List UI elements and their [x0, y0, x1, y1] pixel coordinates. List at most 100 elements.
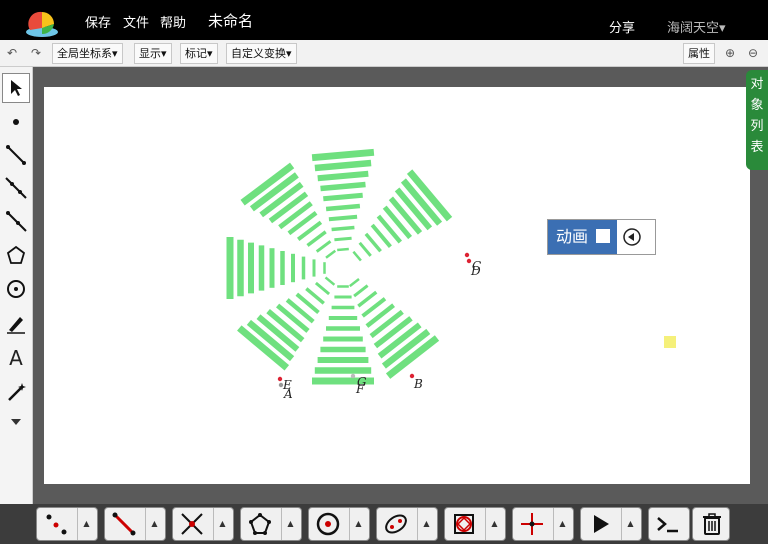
chevron-up-icon[interactable]: ▲	[281, 508, 299, 540]
redo-icon[interactable]: ↷	[26, 43, 46, 64]
spiral-segment-4[interactable]	[325, 203, 361, 212]
spiral-segment-55[interactable]	[369, 309, 404, 339]
intersect-tool-icon	[181, 513, 203, 535]
line-tool[interactable]	[2, 173, 30, 203]
logo-icon	[26, 11, 58, 37]
geometry-point-4[interactable]	[350, 373, 356, 379]
geometry-point-0[interactable]	[464, 252, 470, 258]
pointer-tool[interactable]	[2, 73, 30, 103]
circle-tool-group[interactable]: ▲	[308, 507, 370, 541]
play-tool-group[interactable]: ▲	[580, 507, 642, 541]
conic-tool-icon	[385, 514, 407, 534]
segment-tool-group[interactable]: ▲	[104, 507, 166, 541]
chevron-up-icon[interactable]: ▲	[213, 508, 231, 540]
spiral-segment-5[interactable]	[323, 192, 363, 202]
spiral-segment-10[interactable]	[325, 249, 337, 259]
spiral-segment-12[interactable]	[306, 230, 327, 247]
spiral-segment-15[interactable]	[278, 201, 313, 230]
spiral-segment-9[interactable]	[311, 148, 375, 162]
label-d: D	[471, 264, 481, 278]
left-tool-panel: A	[0, 67, 33, 504]
text-tool[interactable]: A	[2, 343, 30, 373]
object-list-tab[interactable]: 对象列表	[746, 70, 768, 170]
spiral-segment-35[interactable]	[275, 303, 310, 333]
intersect-tool-group[interactable]: ▲	[172, 507, 234, 541]
chevron-up-icon[interactable]: ▲	[145, 508, 163, 540]
segment-tool[interactable]	[2, 140, 30, 170]
custom-transform-dropdown[interactable]: 自定义变换▾	[226, 43, 297, 64]
spiral-segment-2[interactable]	[331, 225, 355, 232]
user-menu[interactable]: 海阔天空▾	[667, 17, 726, 36]
chevron-up-icon[interactable]: ▲	[553, 508, 571, 540]
spiral-segment-31[interactable]	[314, 281, 331, 296]
polygon-tool-icon	[249, 513, 271, 535]
transform-tool-group[interactable]: ▲	[444, 507, 506, 541]
magic-wand-icon	[8, 383, 26, 401]
undo-icon[interactable]: ↶	[2, 43, 22, 64]
move-tool-group[interactable]: ▲	[512, 507, 574, 541]
spiral-segment-51[interactable]	[353, 284, 369, 298]
chevron-up-icon[interactable]: ▲	[349, 508, 367, 540]
polygon-tool[interactable]	[2, 240, 30, 270]
point-tool[interactable]	[2, 107, 30, 137]
spiral-segment-62[interactable]	[364, 232, 382, 253]
segment-tool-icon	[112, 512, 136, 536]
save-menu[interactable]: 保存	[85, 12, 111, 31]
pen-icon	[7, 317, 25, 334]
spiral-segment-60[interactable]	[352, 250, 362, 262]
delete-tool[interactable]	[692, 507, 730, 541]
circle-tool[interactable]	[2, 274, 30, 304]
spiral-segment-11[interactable]	[315, 240, 332, 253]
zoom-in-icon[interactable]: ⊕	[720, 43, 740, 64]
segment-icon	[6, 145, 26, 165]
spiral-segment-8[interactable]	[314, 159, 372, 172]
ray-tool[interactable]	[2, 206, 30, 236]
command-icon	[657, 517, 678, 533]
spiral-segment-0[interactable]	[337, 247, 349, 252]
label-b: B	[414, 377, 423, 391]
polygon-tool-group[interactable]: ▲	[240, 507, 302, 541]
animation-toggle[interactable]: 动画	[548, 220, 617, 254]
coordinate-system-dropdown[interactable]: 全局坐标系▾	[52, 43, 123, 64]
pointer-icon	[11, 80, 22, 96]
point-tool-group[interactable]: ▲	[36, 507, 98, 541]
display-dropdown[interactable]: 显示▾	[134, 43, 172, 64]
chevron-up-icon[interactable]: ▲	[417, 508, 435, 540]
chevron-up-icon[interactable]: ▲	[621, 508, 639, 540]
transform-tool-icon	[454, 514, 474, 534]
chevron-up-icon[interactable]: ▲	[77, 508, 95, 540]
geometry-drawing[interactable]	[44, 87, 750, 484]
mark-dropdown[interactable]: 标记▾	[180, 43, 218, 64]
share-button[interactable]: 分享	[609, 17, 635, 36]
spiral-segment-30[interactable]	[324, 276, 336, 286]
chevron-up-icon[interactable]: ▲	[485, 508, 503, 540]
rewind-icon[interactable]	[622, 227, 642, 247]
command-tool[interactable]	[648, 507, 690, 541]
spiral-segment-61[interactable]	[358, 241, 372, 257]
conic-tool-group[interactable]: ▲	[376, 507, 438, 541]
zoom-out-icon[interactable]: ⊖	[743, 43, 763, 64]
spiral-segment-32[interactable]	[305, 287, 325, 305]
animation-label: 动画	[556, 227, 589, 246]
properties-button[interactable]: 属性	[683, 43, 715, 64]
geometry-point-2[interactable]	[277, 376, 283, 382]
document-title[interactable]: 未命名	[208, 10, 253, 31]
spiral-segment-1[interactable]	[334, 236, 352, 242]
spiral-segment-7[interactable]	[317, 170, 369, 182]
help-menu[interactable]: 帮助	[160, 12, 186, 31]
spiral-segment-50[interactable]	[349, 278, 360, 288]
bottom-tool-bar: ▲ ▲ ▲ ▲ ▲ ▲ ▲ ▲ ▲	[0, 504, 768, 544]
chevron-down-icon	[11, 419, 21, 425]
spiral-segment-3[interactable]	[328, 214, 358, 222]
spiral-segment-52[interactable]	[357, 290, 378, 308]
more-tools-button[interactable]	[2, 407, 30, 437]
toolbar: ↶ ↷ 全局坐标系▾ 显示▾ 标记▾ 自定义变换▾ 属性 ⊕ ⊖	[0, 40, 768, 67]
magic-wand-tool[interactable]	[2, 377, 30, 407]
geometry-point-1[interactable]	[466, 258, 472, 264]
pen-tool[interactable]	[2, 308, 30, 338]
spiral-segment-65[interactable]	[382, 205, 413, 240]
spiral-segment-6[interactable]	[320, 181, 366, 192]
drawing-canvas[interactable]: C D E A G F B	[44, 87, 750, 484]
file-menu[interactable]: 文件	[123, 12, 149, 31]
point-icon	[13, 119, 19, 125]
